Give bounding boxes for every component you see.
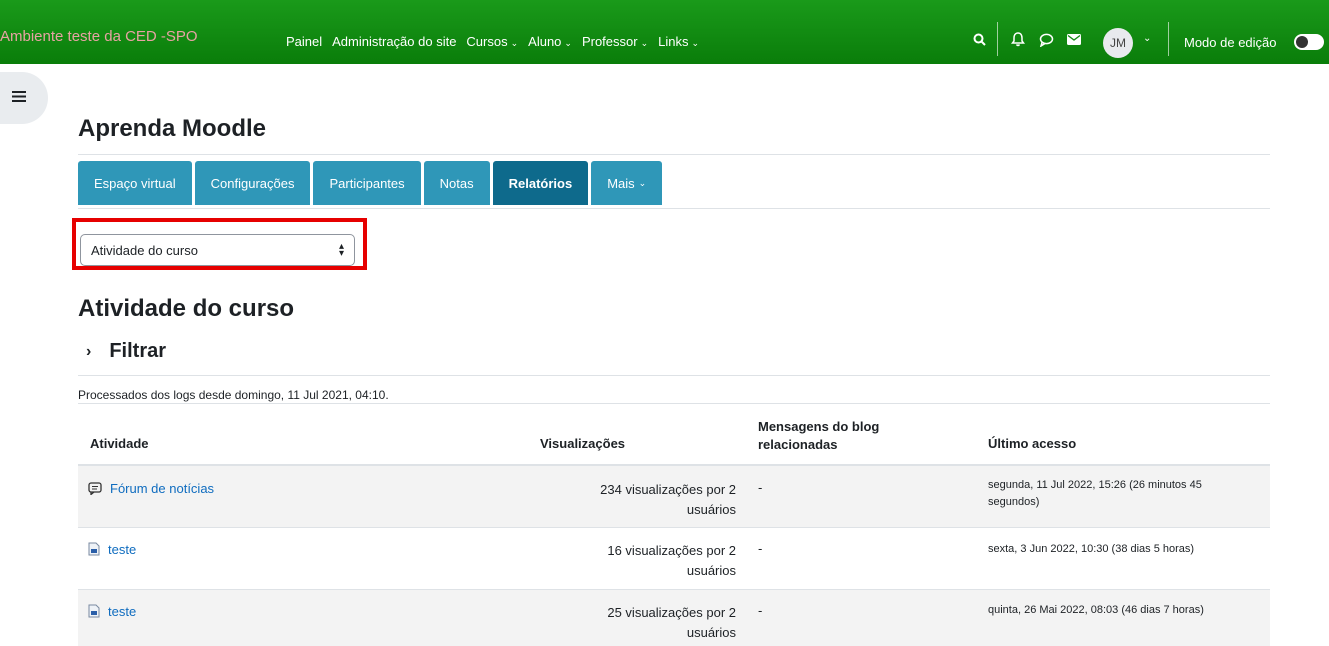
tab-relatorios[interactable]: Relatórios [492,161,589,205]
site-name-link[interactable]: Ambiente teste da CED -SPO [0,28,198,45]
tab-label: Mais [607,175,635,191]
tab-label: Notas [439,175,474,191]
filter-label: Filtrar [109,340,167,362]
last-access-cell: sexta, 3 Jun 2022, 10:30 (38 dias 5 hora… [988,541,1194,558]
nav-painel[interactable]: Painel [286,34,322,49]
last-access-text: segunda, 11 Jul 2022, 15:26 (26 minutos … [988,479,1202,491]
chevron-down-icon[interactable]: ⌄ [1143,33,1151,44]
user-avatar[interactable]: JM [1103,28,1133,58]
page-title: Aprenda Moodle [78,115,267,142]
blog-cell: - [758,603,763,618]
top-navbar: Ambiente teste da CED -SPO Painel Admini… [0,0,1329,64]
message-drawer-icon[interactable] [1039,33,1054,47]
header-line: relacionadas [758,437,838,452]
secondary-navigation: Espaço virtual Configurações Participant… [78,161,665,205]
course-index-toggle[interactable] [0,72,48,124]
nav-label: Cursos [466,34,508,49]
divider [78,403,1270,404]
file-icon [88,604,100,621]
chevron-down-icon: ⌄ [564,38,572,48]
chevron-right-icon: › [86,342,92,360]
views-cell: 25 visualizações por 2 usuários [566,603,736,643]
views-text: 234 visualizações por 2 [600,482,736,497]
tab-label: Configurações [210,175,295,191]
views-text: 16 visualizações por 2 [607,543,736,558]
nav-label: Administração do site [332,34,457,49]
activity-name[interactable]: teste [108,542,136,557]
tab-label: Espaço virtual [94,175,176,191]
col-header-blog[interactable]: Mensagens do blog relacionadas [758,418,879,454]
report-heading: Atividade do curso [78,295,295,322]
views-text: usuários [686,625,736,640]
col-header-last-access[interactable]: Último acesso [988,436,1076,451]
nav-cursos[interactable]: Cursos ⌄ [466,34,518,49]
tab-mais[interactable]: Mais ⌄ [591,161,663,205]
divider [997,22,998,56]
activity-link[interactable]: teste [88,542,136,559]
chevron-down-icon: ⌄ [640,38,649,48]
last-access-text: segundos) [988,496,1040,508]
tab-label: Relatórios [508,175,573,191]
toggle-knob [1296,36,1308,48]
activity-name[interactable]: Fórum de notícias [110,481,214,496]
divider [78,527,1270,528]
last-access-cell: quinta, 26 Mai 2022, 08:03 (46 dias 7 ho… [988,602,1204,619]
processed-logs-text: Processados dos logs desde domingo, 11 J… [78,388,389,402]
primary-navigation: Painel Administração do site Cursos ⌄ Alu… [286,34,709,49]
nav-links[interactable]: Links ⌄ [658,34,699,49]
search-icon[interactable] [973,33,986,46]
views-text: usuários [686,563,736,578]
divider [1168,22,1169,56]
activity-link[interactable]: teste [88,604,136,621]
report-select[interactable]: Atividade do curso ▴ ▾ [80,234,355,266]
chevron-down-icon: ⌄ [691,38,700,48]
nav-label: Links [658,34,689,49]
views-text: 25 visualizações por 2 [607,605,736,620]
edit-mode-toggle[interactable] [1294,34,1324,50]
blog-cell: - [758,541,763,556]
bell-icon[interactable] [1011,32,1025,47]
last-access-text: quinta, 26 Mai 2022, 08:03 (46 dias 7 ho… [988,604,1204,616]
col-header-views[interactable]: Visualizações [540,436,625,451]
blog-cell: - [758,480,763,495]
file-icon [88,542,100,559]
divider [78,375,1270,376]
col-header-activity[interactable]: Atividade [90,436,149,451]
tab-label: Participantes [329,175,405,191]
edit-mode-label: Modo de edição [1184,35,1277,50]
chevron-down-icon: ⌄ [638,177,647,188]
chevron-down-icon: ⌄ [510,38,519,48]
forum-icon [88,481,102,498]
updown-caret-icon: ▴ ▾ [338,241,344,259]
views-cell: 234 visualizações por 2 usuários [566,480,736,520]
divider [78,208,1270,209]
filter-toggle[interactable]: › Filtrar [86,340,166,363]
tab-notas[interactable]: Notas [423,161,490,205]
nav-label: Aluno [528,34,562,49]
last-access-text: sexta, 3 Jun 2022, 10:30 (38 dias 5 hora… [988,543,1195,555]
envelope-icon[interactable] [1067,34,1081,45]
activity-name[interactable]: teste [108,604,136,619]
tab-configuracoes[interactable]: Configurações [194,161,311,205]
select-value: Atividade do curso [91,242,198,258]
last-access-cell: segunda, 11 Jul 2022, 15:26 (26 minutos … [988,477,1202,511]
nav-label: Professor [581,34,638,49]
views-text: usuários [686,502,736,517]
activity-link[interactable]: Fórum de notícias [88,481,214,498]
nav-aluno[interactable]: Aluno ⌄ [528,34,572,49]
nav-label: Painel [286,34,323,49]
list-icon [12,89,26,107]
nav-site-admin[interactable]: Administração do site [332,34,456,49]
divider [78,154,1270,155]
nav-professor[interactable]: Professor ⌄ [582,34,648,49]
tab-participantes[interactable]: Participantes [313,161,421,205]
views-cell: 16 visualizações por 2 usuários [566,541,736,581]
header-line: Mensagens do blog [758,419,880,434]
tab-espaco-virtual[interactable]: Espaço virtual [78,161,192,205]
